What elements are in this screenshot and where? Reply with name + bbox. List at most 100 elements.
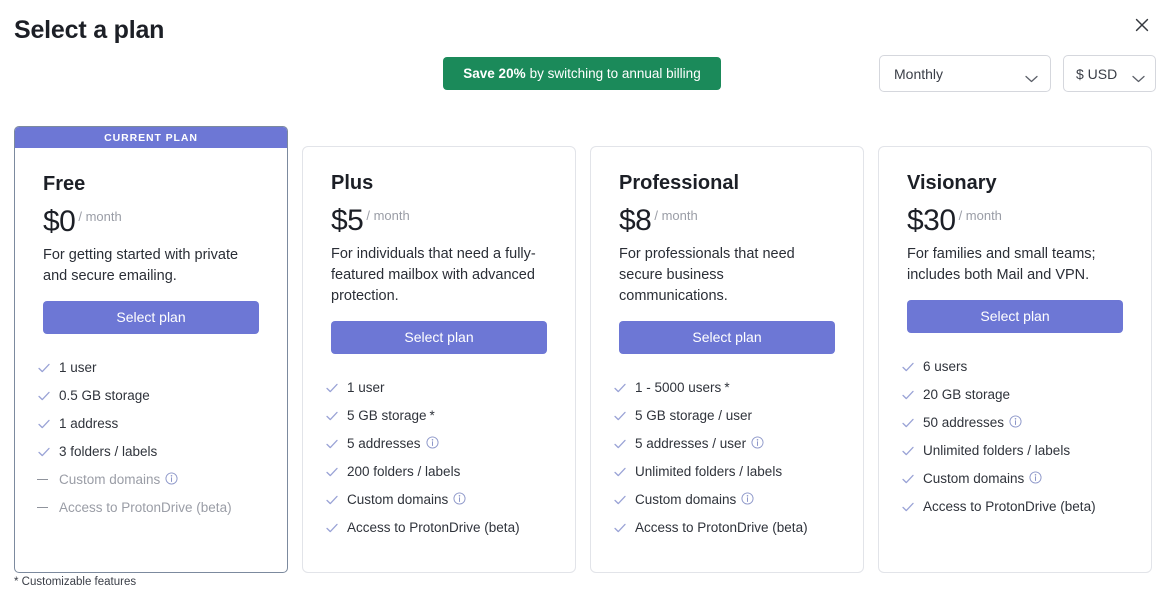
- feature-label: Access to ProtonDrive (beta): [923, 499, 1096, 514]
- plan-price-row: $5/ month: [331, 206, 547, 236]
- plan-name: Plus: [331, 172, 374, 194]
- info-icon[interactable]: [165, 471, 178, 488]
- feature-label: 50 addresses: [923, 415, 1005, 430]
- feature-label: 6 users: [923, 359, 968, 374]
- plan-description: For professionals that need secure busin…: [619, 245, 795, 304]
- check-icon: [901, 416, 923, 430]
- feature-item: Custom domains: [901, 465, 1133, 493]
- plan-description: For getting started with private and sec…: [43, 246, 239, 284]
- check-icon: [613, 521, 635, 535]
- feature-label: 5 GB storage: [347, 408, 427, 423]
- plan-price-cycle: / month: [366, 208, 410, 223]
- feature-label: 1 address: [59, 416, 119, 431]
- plan-price-row: $0/ month: [43, 205, 259, 238]
- plan-price-row: $30/ month: [907, 204, 1123, 237]
- check-icon: [325, 521, 347, 535]
- check-icon: [325, 381, 347, 395]
- info-icon[interactable]: [426, 435, 439, 452]
- plan-description: For individuals that need a fully-featur…: [331, 245, 536, 304]
- plan-price: $30: [907, 204, 956, 237]
- plan-card-professional: Professional $8/ month For professionals t…: [590, 146, 864, 573]
- feature-label: 5 addresses / user: [635, 436, 747, 451]
- plan-card-free: CURRENT PLAN Free $0/ month For getting sta…: [14, 126, 288, 573]
- plan-feature-list: 6 users 20 GB storage 50 addresses Unlimite…: [879, 333, 1151, 521]
- feature-item: Access to ProtonDrive (beta): [613, 514, 845, 542]
- feature-label: 1 user: [59, 360, 97, 375]
- feature-label: Unlimited folders / labels: [635, 464, 783, 479]
- info-icon[interactable]: [741, 491, 754, 508]
- feature-item: 0.5 GB storage: [37, 382, 269, 410]
- feature-label: Custom domains: [923, 471, 1025, 486]
- feature-label: 5 GB storage / user: [635, 408, 753, 423]
- check-icon: [325, 465, 347, 479]
- plan-price-cycle: / month: [654, 208, 698, 223]
- feature-item: Access to ProtonDrive (beta): [901, 493, 1133, 521]
- feature-item: 1 address: [37, 410, 269, 438]
- check-icon: [37, 389, 59, 403]
- footnote: * Customizable features: [14, 576, 137, 588]
- info-icon[interactable]: [453, 491, 466, 508]
- check-icon: [901, 388, 923, 402]
- check-icon: [325, 409, 347, 423]
- plan-price: $0: [43, 205, 76, 238]
- check-icon: [613, 437, 635, 451]
- feature-item: 6 users: [901, 353, 1133, 381]
- check-icon: [613, 493, 635, 507]
- select-plan-button[interactable]: Select plan: [907, 299, 1123, 333]
- feature-label: 200 folders / labels: [347, 464, 461, 479]
- current-plan-badge: CURRENT PLAN: [15, 127, 287, 148]
- info-icon[interactable]: [1009, 414, 1022, 431]
- select-plan-button[interactable]: Select plan: [43, 300, 259, 334]
- info-icon[interactable]: [1029, 470, 1042, 487]
- check-icon: [901, 444, 923, 458]
- feature-item: 50 addresses: [901, 409, 1133, 437]
- feature-item: 20 GB storage: [901, 381, 1133, 409]
- feature-item: 5 addresses / user: [613, 430, 845, 458]
- feature-item: Unlimited folders / labels: [901, 437, 1133, 465]
- check-icon: [325, 437, 347, 451]
- feature-label: 5 addresses: [347, 436, 421, 451]
- check-icon: [37, 361, 59, 375]
- plan-feature-list: 1 user 5 GB storage * 5 addresses 200 folder…: [303, 354, 575, 542]
- feature-item: Custom domains: [613, 486, 845, 514]
- feature-label: 1 - 5000 users: [635, 380, 722, 395]
- plan-price-cycle: / month: [958, 208, 1002, 223]
- asterisk-marker: *: [724, 380, 730, 395]
- plan-list: CURRENT PLAN Free $0/ month For getting sta…: [0, 0, 1171, 597]
- feature-label: Access to ProtonDrive (beta): [635, 520, 808, 535]
- plan-name: Free: [43, 173, 86, 195]
- feature-item: 200 folders / labels: [325, 458, 557, 486]
- feature-label: Unlimited folders / labels: [923, 443, 1071, 458]
- plan-card-body: Professional $8/ month For professionals t…: [591, 147, 863, 354]
- plan-price: $8: [619, 204, 652, 237]
- check-icon: [37, 445, 59, 459]
- check-icon: [613, 381, 635, 395]
- check-icon: [901, 360, 923, 374]
- feature-item: 5 GB storage *: [325, 402, 557, 430]
- feature-item: 1 - 5000 users *: [613, 374, 845, 402]
- feature-label: 0.5 GB storage: [59, 388, 150, 403]
- dash-icon: [37, 478, 59, 481]
- select-plan-button[interactable]: Select plan: [619, 320, 835, 354]
- feature-label: 1 user: [347, 380, 385, 395]
- feature-item: Access to ProtonDrive (beta): [325, 514, 557, 542]
- plan-card-body: Free $0/ month For getting started with pr…: [15, 148, 287, 334]
- plan-card-body: Visionary $30/ month For families and smal…: [879, 147, 1151, 333]
- feature-item: Custom domains: [37, 466, 269, 494]
- info-icon[interactable]: [751, 435, 764, 452]
- feature-item: Custom domains: [325, 486, 557, 514]
- feature-item: 1 user: [37, 354, 269, 382]
- plan-card-visionary: Visionary $30/ month For families and smal…: [878, 146, 1152, 573]
- check-icon: [613, 409, 635, 423]
- plan-name: Visionary: [907, 172, 997, 194]
- feature-label: Access to ProtonDrive (beta): [59, 500, 232, 515]
- feature-item: Access to ProtonDrive (beta): [37, 494, 269, 522]
- plan-price-row: $8/ month: [619, 204, 835, 237]
- select-plan-button[interactable]: Select plan: [331, 320, 547, 354]
- check-icon: [901, 472, 923, 486]
- dash-icon: [37, 506, 59, 509]
- feature-item: 3 folders / labels: [37, 438, 269, 466]
- plan-price-cycle: / month: [78, 209, 122, 224]
- feature-label: Access to ProtonDrive (beta): [347, 520, 520, 535]
- asterisk-marker: *: [429, 408, 435, 423]
